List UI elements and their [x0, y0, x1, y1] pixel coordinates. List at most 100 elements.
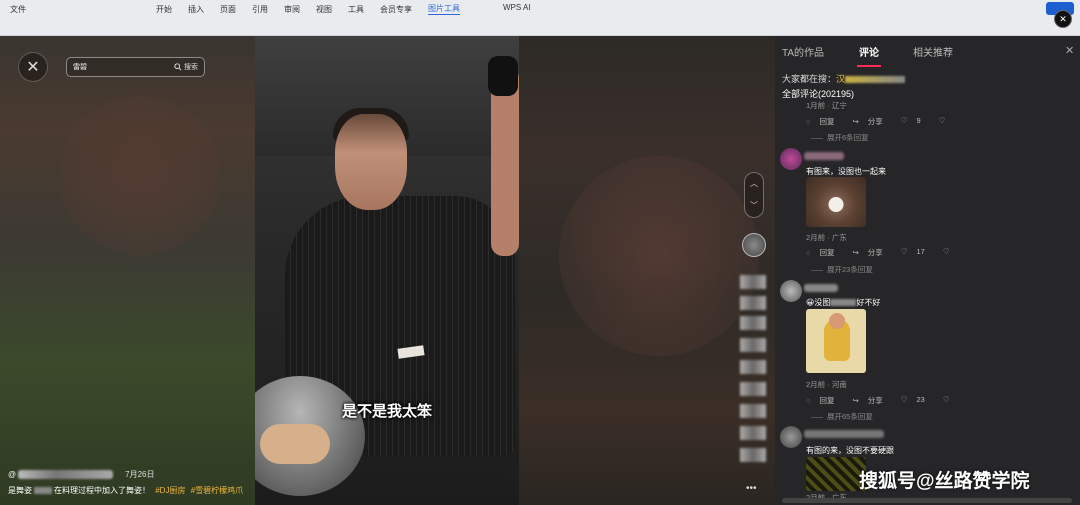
share-button-blurred[interactable]	[740, 404, 766, 418]
window-close-icon[interactable]: ✕	[1054, 10, 1072, 28]
commenter-name-blurred[interactable]	[804, 152, 844, 160]
ribbon-tabs: 文件 开始 插入 页面 引用 审阅 视图 工具 会员专享 图片工具	[0, 0, 1080, 18]
reply-icon: ◌	[806, 396, 811, 405]
at-icon: @	[8, 470, 17, 479]
ribbon-tab-member[interactable]: 会员专享	[380, 4, 412, 15]
share-label: 分享	[867, 117, 883, 126]
search-button-label: 搜索	[184, 64, 198, 71]
search-input[interactable]: 雷碧 搜索	[66, 57, 205, 77]
share-arrow-icon: ↪	[852, 248, 859, 257]
search-button[interactable]: 搜索	[174, 62, 198, 72]
reply-label: 回复	[819, 117, 835, 126]
like-count: 23	[916, 395, 925, 404]
comment-button-blurred[interactable]	[740, 316, 766, 330]
comment-text-end: 好不好	[856, 298, 881, 307]
video-player[interactable]: 是不是我太笨	[255, 36, 519, 505]
panel-close-icon[interactable]: ✕	[1065, 44, 1074, 57]
chevron-up-icon[interactable]: ︿	[745, 173, 763, 195]
expand-replies[interactable]: 展开23条回复	[811, 264, 873, 275]
commenter-avatar[interactable]	[780, 426, 802, 448]
comment-text-blur	[830, 299, 857, 307]
ribbon-tab-home[interactable]: 开始	[156, 4, 172, 15]
ribbon-tab-file[interactable]: 文件	[10, 4, 26, 15]
expand-replies[interactable]: 展开6条回复	[811, 132, 869, 143]
heart-icon: ♡	[900, 395, 908, 404]
like-button-blurred[interactable]	[740, 275, 766, 289]
reply-label: 回复	[819, 248, 835, 257]
comment-text: 有图来，没图也一起来	[806, 167, 886, 176]
all-comments-count: 全部评论(202195)	[782, 89, 855, 99]
suggestion-label: 大家都在搜：	[782, 74, 837, 84]
commenter-name-blurred[interactable]	[804, 430, 884, 438]
comment-meta: 2月前 · 河南	[806, 379, 847, 390]
reply-button[interactable]: ◌ 回复	[806, 116, 843, 127]
ribbon-tab-view[interactable]: 视图	[316, 4, 332, 15]
share-button[interactable]: ↪ 分享	[852, 247, 891, 258]
tab-comments[interactable]: 评论	[859, 44, 879, 59]
reply-label: 回复	[819, 396, 835, 405]
video-food	[260, 424, 330, 464]
share-button[interactable]: ↪ 分享	[852, 116, 891, 127]
tab-author-works[interactable]: TA的作品	[782, 44, 824, 59]
search-suggestion[interactable]: 大家都在搜：汉	[782, 72, 906, 85]
video-nav-buttons[interactable]: ︿ ﹀	[744, 172, 764, 218]
comment-meta: 2月前 · 广东	[806, 232, 847, 243]
reply-button[interactable]: ◌ 回复	[806, 247, 843, 258]
caption-start: 是舞姿	[8, 486, 32, 495]
author-row: @ 7月26日	[8, 469, 154, 480]
ribbon-tab-page[interactable]: 页面	[220, 4, 236, 15]
like-count: 9	[916, 116, 921, 125]
horizontal-scrollbar[interactable]	[782, 498, 1072, 503]
comments-panel: TA的作品 评论 相关推荐 ✕ 大家都在搜：汉 全部评论(202195) 1月前…	[775, 36, 1080, 505]
meme-figure	[824, 313, 850, 361]
author-name-blurred[interactable]	[18, 470, 114, 479]
music-button-blurred[interactable]	[740, 448, 766, 462]
reply-button[interactable]: ◌ 回复	[806, 395, 843, 406]
hashtag-dj-kitchen[interactable]: #DJ厨房	[155, 486, 185, 495]
panel-tabs: TA的作品 评论 相关推荐 ✕	[775, 36, 1080, 68]
like-button[interactable]: ♡ 17	[901, 247, 934, 258]
favorite-button-blurred[interactable]	[740, 360, 766, 374]
comment-meta-text: 2月前 · 广东	[806, 233, 847, 242]
commenter-avatar[interactable]	[780, 280, 802, 302]
ribbon-tab-review[interactable]: 审阅	[284, 4, 300, 15]
author-avatar[interactable]	[742, 233, 766, 257]
wps-ai-button[interactable]: WPS AI	[503, 3, 531, 12]
like-button[interactable]: ♡ 23	[901, 395, 934, 406]
dislike-button[interactable]: ♡	[943, 395, 959, 406]
more-icon[interactable]: •••	[746, 483, 757, 494]
watermark: 搜狐号@丝路赞学院	[859, 471, 1030, 492]
ribbon-tab-reference[interactable]: 引用	[252, 4, 268, 15]
comment-image-meme[interactable]	[806, 309, 866, 373]
tab-related[interactable]: 相关推荐	[913, 44, 953, 59]
like-button[interactable]: ♡ 9	[901, 116, 930, 127]
heart-icon: ♡	[900, 247, 908, 256]
comment-text: 😀没图 好不好	[806, 297, 880, 308]
chevron-down-icon[interactable]: ﹀	[745, 195, 763, 217]
close-icon[interactable]: ✕	[18, 52, 48, 82]
post-date: 7月26日	[125, 470, 155, 479]
comment-image[interactable]	[806, 457, 866, 491]
hashtag-sprite-lemon-chicken[interactable]: #雪碧柠檬鸡爪	[191, 486, 243, 495]
expand-replies[interactable]: 展开65条回复	[811, 411, 873, 422]
comment-actions: ◌ 回复 ↪ 分享 ♡ 17 ♡	[806, 247, 968, 258]
share-button[interactable]: ↪ 分享	[852, 395, 891, 406]
heart-icon: ♡	[900, 116, 908, 125]
comment-meta-text: 1月前 · 辽宁	[806, 101, 847, 110]
comment-count-blurred	[740, 338, 766, 352]
ribbon-tab-insert[interactable]: 插入	[188, 4, 204, 15]
comment-meta: 1月前 · 辽宁	[806, 100, 847, 111]
share-label: 分享	[867, 396, 883, 405]
share-label: 分享	[867, 248, 883, 257]
like-count-blurred	[740, 296, 766, 310]
caption-end: 在料理过程中加入了舞姿！	[54, 486, 150, 495]
video-person-head	[335, 114, 407, 210]
comment-image-crowd[interactable]	[806, 177, 866, 227]
dislike-button[interactable]: ♡	[943, 247, 959, 258]
broken-heart-icon: ♡	[938, 116, 946, 125]
commenter-name-blurred[interactable]	[804, 284, 838, 292]
ribbon-tab-picture-tools[interactable]: 图片工具	[428, 3, 460, 15]
ribbon-tab-tools[interactable]: 工具	[348, 4, 364, 15]
dislike-button[interactable]: ♡	[939, 116, 955, 127]
commenter-avatar[interactable]	[780, 148, 802, 170]
